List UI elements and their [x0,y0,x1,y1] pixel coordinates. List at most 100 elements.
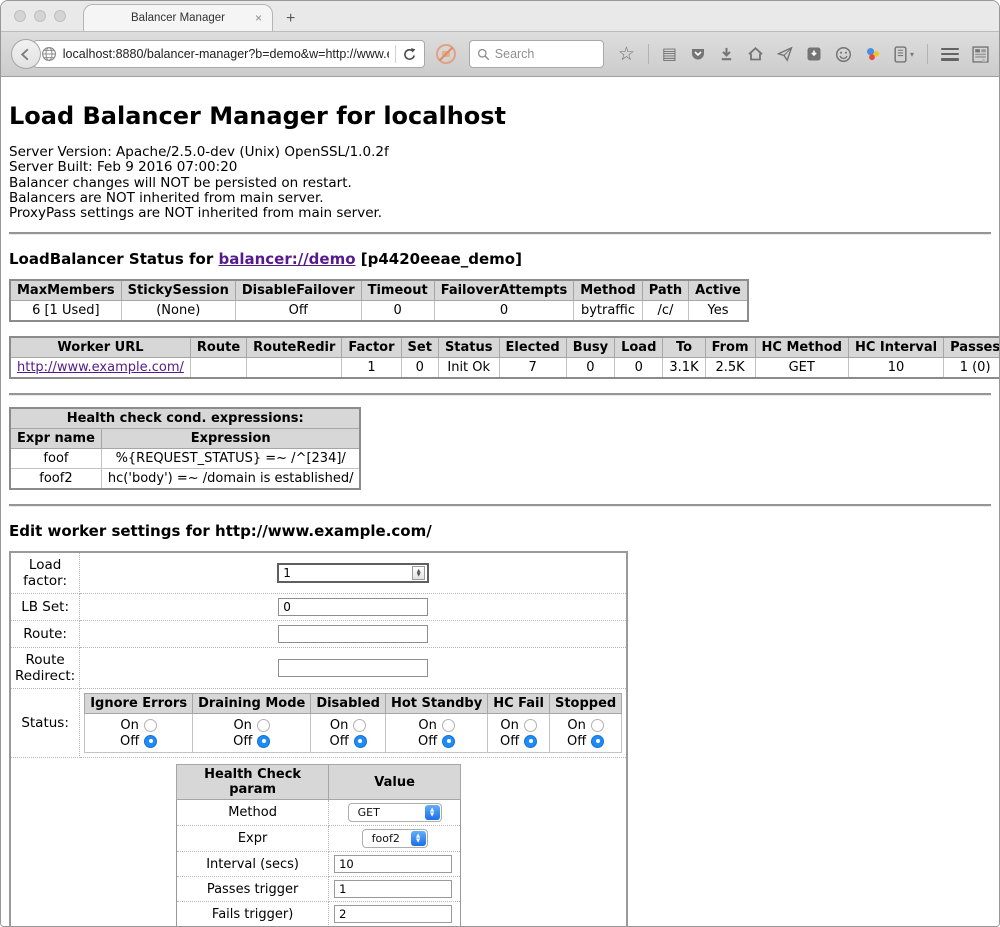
toolbar-icons: ☆ ▤ [618,44,989,64]
hc-expr-label: Expr [177,826,329,852]
back-button[interactable] [11,39,41,69]
off-label: Off [233,734,252,749]
adblock-icon[interactable] [435,43,457,65]
hc-passes-input[interactable] [334,880,452,898]
col-set: Set [401,337,438,358]
select-stepper-icon: ▲▼ [425,805,440,820]
hc-method-label: Method [177,800,329,826]
draining-mode-on-radio[interactable] [257,719,270,732]
panel-download-icon[interactable] [806,46,822,62]
download-icon[interactable] [719,46,734,62]
url-bar[interactable]: localhost:8880/balancer-manager?b=demo&w… [33,40,425,68]
balancer-demo-link[interactable]: balancer://demo [218,250,355,268]
col-busy: Busy [566,337,614,358]
lb-set-label: LB Set: [10,594,80,621]
reload-icon[interactable] [402,47,417,62]
persist-note-line: Balancer changes will NOT be persisted o… [9,176,991,191]
col-hc-fail: HC Fail [488,694,550,714]
col-routeredir: RouteRedir [247,337,342,358]
color-dots-icon[interactable] [865,46,881,62]
bookmark-star-icon[interactable]: ☆ [618,45,635,64]
hc-fail-off-radio[interactable] [524,735,537,748]
hc-expr-selected-value: foof2 [372,832,400,845]
draining-mode-off-radio[interactable] [257,735,270,748]
off-label: Off [567,734,586,749]
pocket-icon[interactable] [690,46,706,62]
col-passes: Passes [944,337,1000,358]
reading-list-icon[interactable]: ▤ [662,46,677,62]
col-from: From [705,337,755,358]
hc-interval-input[interactable] [334,855,452,873]
off-label: Off [330,734,349,749]
cell-routeredir [247,358,342,379]
urlbar-divider [395,45,396,63]
zoom-window-button[interactable] [54,10,66,22]
hot-standby-on-radio[interactable] [442,719,455,732]
server-version-line: Server Version: Apache/2.5.0-dev (Unix) … [9,145,991,160]
tab-balancer-manager[interactable]: Balancer Manager × [83,4,273,31]
col-maxmembers: MaxMembers [10,280,121,301]
hc-expr-select[interactable]: foof2 ▲▼ [362,829,428,848]
page-title: Load Balancer Manager for localhost [9,102,991,130]
lb-set-input[interactable] [278,598,428,616]
page-content: Load Balancer Manager for localhost Serv… [1,77,999,927]
cell-active: Yes [689,301,748,322]
cell-elected: 7 [499,358,566,379]
edit-worker-form: Load factor: ▲▼ LB Set: Route: Route Red… [9,551,628,927]
stopped-on-radio[interactable] [591,719,604,732]
device-menu[interactable]: ▾ [894,46,914,63]
menu-icon[interactable] [941,48,959,61]
on-label: On [120,718,138,733]
cell-expression: %{REQUEST_STATUS} =~ /^[234]/ [101,449,360,469]
hc-fail-on-radio[interactable] [524,719,537,732]
home-icon[interactable] [747,46,764,62]
section-divider [9,504,991,507]
balancer-status-table: MaxMembers StickySession DisableFailover… [9,279,749,322]
tab-strip: Balancer Manager × + [1,1,999,31]
health-check-table: Health Check param Value Method GET ▲▼ [176,764,461,927]
smiley-icon[interactable] [835,46,852,63]
col-disabled: Disabled [311,694,386,714]
col-path: Path [642,280,688,301]
minimize-window-button[interactable] [34,10,46,22]
cell-passes: 1 (0) [944,358,1000,379]
expr-row: foof %{REQUEST_STATUS} =~ /^[234]/ [10,449,360,469]
edit-worker-heading: Edit worker settings for http://www.exam… [9,522,991,540]
col-failoverattempts: FailoverAttempts [434,280,574,301]
hot-standby-off-radio[interactable] [442,735,455,748]
route-input[interactable] [278,625,428,643]
ignore-errors-off-radio[interactable] [144,735,157,748]
hc-row-interval: Interval (secs) [177,852,461,877]
cell-path: /c/ [642,301,688,322]
col-hc-param: Health Check param [177,765,329,800]
form-row-load-factor: Load factor: ▲▼ [10,552,627,594]
cell-stickysession: (None) [121,301,235,322]
load-factor-field: ▲▼ [277,563,429,583]
form-row-route: Route: [10,621,627,648]
url-text[interactable]: localhost:8880/balancer-manager?b=demo&w… [63,47,389,61]
ignore-errors-on-radio[interactable] [144,719,157,732]
hc-row-passes: Passes trigger [177,877,461,902]
worker-table: Worker URL Route RouteRedir Factor Set S… [9,336,1000,379]
send-icon[interactable] [777,46,793,62]
tab-close-icon[interactable]: × [255,11,262,25]
number-stepper-icon[interactable]: ▲▼ [412,566,425,580]
disabled-off-radio[interactable] [354,735,367,748]
stopped-off-radio[interactable] [591,735,604,748]
hc-fails-input[interactable] [334,905,452,923]
load-factor-input[interactable] [279,566,412,580]
disabled-on-radio[interactable] [353,719,366,732]
newsfox-grid-icon[interactable] [972,46,989,63]
hc-passes-label: Passes trigger [177,877,329,902]
worker-row: http://www.example.com/ 1 0 Init Ok 7 0 … [10,358,1000,379]
hc-method-select[interactable]: GET ▲▼ [348,803,442,822]
new-tab-button[interactable]: + [286,10,295,28]
col-load: Load [615,337,663,358]
proxypass-note-line: ProxyPass settings are NOT inherited fro… [9,206,991,221]
close-window-button[interactable] [14,10,26,22]
worker-url-link[interactable]: http://www.example.com/ [17,360,184,375]
search-bar[interactable]: Search [469,40,604,68]
route-redirect-input[interactable] [278,659,428,677]
chevron-down-icon: ▾ [910,50,914,59]
col-draining-mode: Draining Mode [193,694,311,714]
